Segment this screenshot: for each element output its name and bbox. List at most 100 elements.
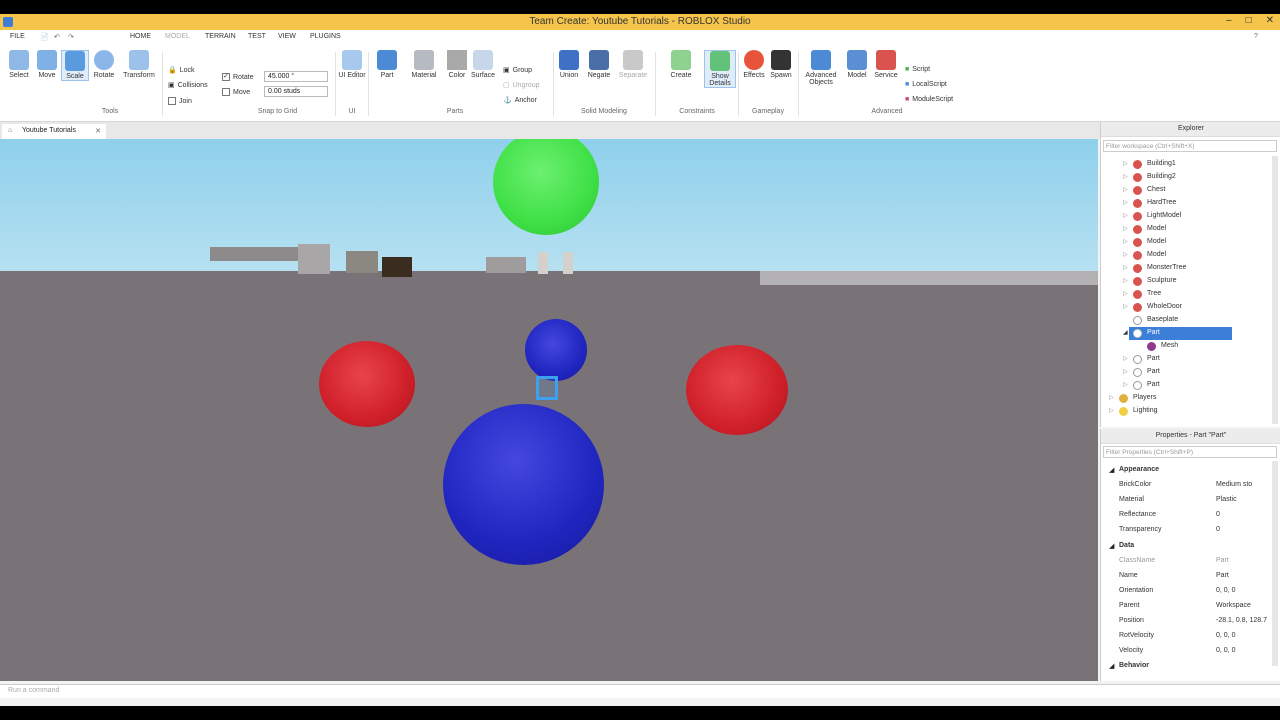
surface-button[interactable]: Surface <box>469 50 497 79</box>
tree-item[interactable]: ▷ Sculpture <box>1101 275 1269 288</box>
rotate-snap-input[interactable]: 45.000 ° <box>264 71 328 82</box>
tree-item[interactable]: ▷ HardTree <box>1101 197 1269 210</box>
property-row[interactable]: Orientation 0, 0, 0 <box>1101 584 1271 599</box>
tree-item[interactable]: Mesh <box>1101 340 1269 353</box>
undo-icon[interactable]: ↶ <box>54 33 60 41</box>
sculpture-model[interactable] <box>486 257 526 273</box>
property-row[interactable]: Reflectance 0 <box>1101 508 1271 523</box>
tree-item[interactable]: ▷ Model <box>1101 223 1269 236</box>
tree-item[interactable]: ▷ WholeDoor <box>1101 301 1269 314</box>
service-button[interactable]: Service <box>871 50 901 79</box>
tree-item[interactable]: ▷ Chest <box>1101 184 1269 197</box>
property-row[interactable]: Velocity 0, 0, 0 <box>1101 644 1271 659</box>
property-row[interactable]: RotVelocity 0, 0, 0 <box>1101 629 1271 644</box>
maximize-icon[interactable]: □ <box>1246 15 1252 26</box>
scale-tool[interactable]: Scale <box>61 50 89 81</box>
property-category[interactable]: ◢ Behavior <box>1101 659 1271 674</box>
menu-model[interactable]: MODEL <box>165 33 190 40</box>
vehicle-model[interactable] <box>210 247 300 261</box>
tree-item[interactable]: ▷ Part <box>1101 366 1269 379</box>
lock-toggle[interactable]: 🔒 Lock <box>168 66 195 75</box>
tree-item[interactable]: ▷ Lighting <box>1101 405 1269 418</box>
collisions-toggle[interactable]: ▣ Collisions <box>168 81 208 90</box>
tree-item-selected[interactable]: ◢ Part <box>1123 327 1232 340</box>
join-checkbox[interactable] <box>168 97 176 105</box>
3d-viewport[interactable] <box>0 139 1098 681</box>
effects-button[interactable]: Effects <box>740 50 768 79</box>
tree-item[interactable]: ▷ Tree <box>1101 288 1269 301</box>
close-icon[interactable]: ✕ <box>1266 15 1274 26</box>
tree-item[interactable]: ▷ Model <box>1101 236 1269 249</box>
scale-handle[interactable] <box>536 376 558 400</box>
tab-close-icon[interactable]: ✕ <box>95 127 101 135</box>
large-blue-sphere-part[interactable] <box>443 404 604 565</box>
redo-icon[interactable]: ↷ <box>68 33 74 41</box>
red-sphere-part[interactable] <box>686 345 788 435</box>
small-blue-sphere-part[interactable] <box>525 319 587 381</box>
property-row[interactable]: Name Part <box>1101 569 1271 584</box>
property-row[interactable]: Position -28.1, 0.8, 128.7 <box>1101 614 1271 629</box>
script-button[interactable]: ■ Script <box>905 66 930 73</box>
door-model[interactable] <box>538 252 548 274</box>
tree-item[interactable]: ▷ MonsterTree <box>1101 262 1269 275</box>
negate-button[interactable]: Negate <box>585 50 613 79</box>
property-row[interactable]: Transparency 0 <box>1101 523 1271 538</box>
ungroup-button[interactable]: ▢ Ungroup <box>503 81 539 90</box>
transform-tool[interactable]: Transform <box>120 50 158 79</box>
material-button[interactable]: Material <box>407 50 441 79</box>
union-button[interactable]: Union <box>556 50 582 79</box>
tab-youtube-tutorials[interactable]: ⌂ Youtube Tutorials ✕ <box>2 124 106 139</box>
tree-item[interactable]: ▷ Part <box>1101 379 1269 392</box>
explorer-scrollbar[interactable] <box>1272 156 1278 424</box>
chest-model[interactable] <box>382 257 412 277</box>
rotate-snap-checkbox[interactable]: ✓ <box>222 73 230 81</box>
tree-item[interactable]: ▷ Building2 <box>1101 171 1269 184</box>
property-row[interactable]: BrickColor Medium sto <box>1101 478 1271 493</box>
property-category[interactable]: ◢ Appearance <box>1101 463 1271 478</box>
spawn-button[interactable]: Spawn <box>767 50 795 79</box>
tree-item[interactable]: ▷ Building1 <box>1101 158 1269 171</box>
move-snap-checkbox[interactable] <box>222 88 230 96</box>
properties-filter-input[interactable]: Filter Properties (Ctrl+Shift+P) <box>1103 446 1277 458</box>
create-button[interactable]: Create <box>667 50 695 79</box>
rotate-tool[interactable]: Rotate <box>90 50 118 79</box>
property-row[interactable]: Material Plastic <box>1101 493 1271 508</box>
color-button[interactable]: Color <box>443 50 471 79</box>
tree-item[interactable]: Baseplate <box>1101 314 1269 327</box>
explorer-filter-input[interactable]: Filter workspace (Ctrl+Shift+X) <box>1103 140 1277 152</box>
tree-item[interactable]: ▷ Part <box>1101 353 1269 366</box>
select-tool[interactable]: Select <box>5 50 33 79</box>
property-row[interactable]: ClassName Part <box>1101 554 1271 569</box>
local-script-button[interactable]: ■ LocalScript <box>905 81 947 88</box>
menu-terrain[interactable]: TERRAIN <box>205 33 236 40</box>
new-file-icon[interactable]: 📄 <box>40 33 49 41</box>
building-model[interactable] <box>298 244 330 274</box>
menu-home[interactable]: HOME <box>130 33 151 40</box>
property-row[interactable]: Parent Workspace <box>1101 599 1271 614</box>
rotate-snap-toggle[interactable]: ✓ Rotate <box>222 73 254 81</box>
door-model[interactable] <box>563 252 573 274</box>
move-snap-toggle[interactable]: Move <box>222 88 250 96</box>
module-script-button[interactable]: ■ ModuleScript <box>905 96 953 103</box>
tree-item[interactable]: ▷ Model <box>1101 249 1269 262</box>
command-bar[interactable]: Run a command <box>0 684 1280 698</box>
tree-item[interactable]: ▷ LightModel <box>1101 210 1269 223</box>
menu-plugins[interactable]: PLUGINS <box>310 33 341 40</box>
model-button[interactable]: Model <box>843 50 871 79</box>
tree-item[interactable]: ▷ Players <box>1101 392 1269 405</box>
menu-file[interactable]: FILE <box>10 33 25 40</box>
separate-button[interactable]: Separate <box>616 50 650 79</box>
advanced-objects-button[interactable]: Advanced Objects <box>802 50 840 86</box>
group-button[interactable]: ▣ Group <box>503 66 532 75</box>
help-icon[interactable]: ? <box>1254 33 1258 40</box>
part-button[interactable]: Part <box>373 50 401 79</box>
menu-test[interactable]: TEST <box>248 33 266 40</box>
join-toggle[interactable]: Join <box>168 97 192 105</box>
minimize-icon[interactable]: – <box>1226 15 1232 26</box>
move-tool[interactable]: Move <box>33 50 61 79</box>
show-details-button[interactable]: Show Details <box>704 50 736 88</box>
menu-view[interactable]: VIEW <box>278 33 296 40</box>
move-snap-input[interactable]: 0.00 studs <box>264 86 328 97</box>
property-category[interactable]: ◢ Data <box>1101 539 1271 554</box>
red-sphere-part[interactable] <box>319 341 415 427</box>
